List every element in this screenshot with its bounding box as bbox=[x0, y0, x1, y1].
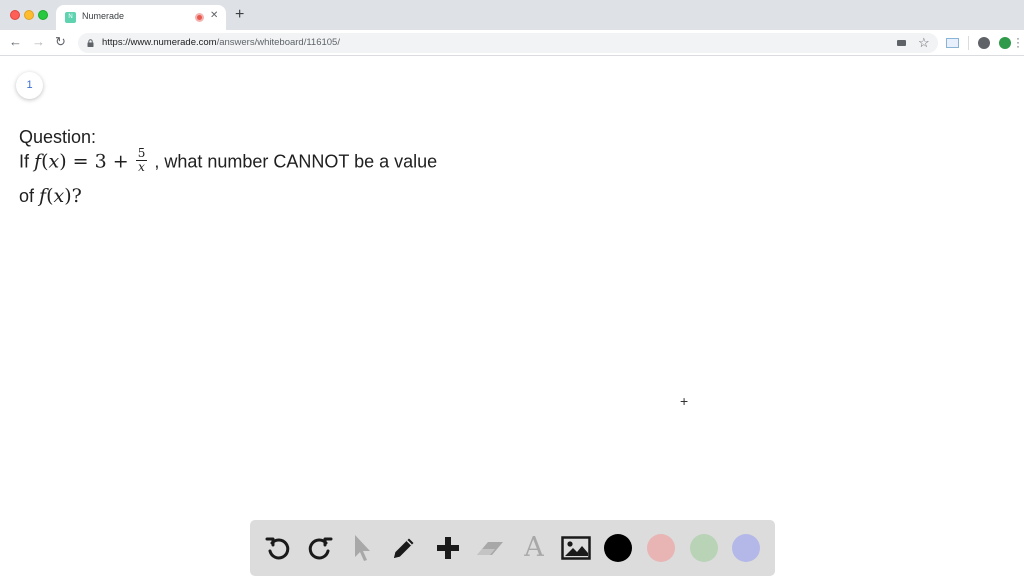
back-arrow-icon[interactable]: ← bbox=[9, 35, 22, 49]
image-icon bbox=[561, 536, 591, 560]
whiteboard-canvas[interactable]: 1 Question: If f(x) = 3 + 5 x , what num… bbox=[0, 57, 1024, 584]
pencil-tool-button[interactable] bbox=[388, 532, 420, 564]
redo-button[interactable] bbox=[304, 532, 336, 564]
window-minimize-button[interactable] bbox=[24, 10, 34, 20]
whiteboard-toolbar: A bbox=[250, 520, 775, 576]
fraction-denominator: x bbox=[138, 160, 145, 174]
browser-tab-strip: N Numerade ✕ + bbox=[0, 0, 1024, 30]
window-maximize-button[interactable] bbox=[38, 10, 48, 20]
equals-constant: = 3 + bbox=[72, 150, 129, 173]
page-number-badge[interactable]: 1 bbox=[16, 72, 43, 99]
function-name-2: f bbox=[39, 185, 47, 207]
window-close-button[interactable] bbox=[10, 10, 20, 20]
color-swatch-blue[interactable] bbox=[732, 534, 760, 562]
question-line-1: If f(x) = 3 + 5 x , what number CANNOT b… bbox=[19, 146, 438, 183]
tab-title: Numerade bbox=[82, 11, 125, 21]
pencil-icon bbox=[394, 538, 414, 558]
text-tool-button[interactable]: A bbox=[518, 532, 550, 564]
color-swatch-green[interactable] bbox=[690, 534, 718, 562]
question-suffix: , what number CANNOT be a value bbox=[154, 151, 438, 172]
select-tool-button[interactable] bbox=[346, 532, 378, 564]
image-tool-button[interactable] bbox=[560, 532, 592, 564]
eraser-tool-button[interactable] bbox=[474, 532, 506, 564]
profile-avatar-icon[interactable] bbox=[978, 37, 990, 49]
color-swatch-red[interactable] bbox=[647, 534, 675, 562]
redo-icon bbox=[308, 537, 333, 560]
function-expression: f(x) = 3 + bbox=[34, 150, 129, 173]
forward-arrow-icon[interactable]: → bbox=[32, 35, 45, 49]
extension-icon[interactable] bbox=[999, 37, 1011, 49]
address-bar[interactable]: https://www.numerade.com/answers/whitebo… bbox=[78, 33, 938, 53]
question-prefix: If bbox=[19, 151, 30, 172]
browser-tab[interactable]: N Numerade ✕ bbox=[56, 5, 226, 30]
question-line2-prefix: of bbox=[19, 186, 35, 206]
function-expression-2: f(x)? bbox=[39, 185, 82, 207]
question-heading: Question: bbox=[19, 127, 97, 147]
reload-icon[interactable]: ↻ bbox=[55, 35, 66, 49]
numerade-favicon-icon: N bbox=[65, 12, 76, 23]
browser-toolbar: ← → ↻ https://www.numerade.com/answers/w… bbox=[0, 30, 1024, 56]
function-name: f bbox=[34, 150, 42, 173]
browser-menu-icon[interactable]: · · · bbox=[1016, 32, 1020, 52]
tab-close-icon[interactable]: ✕ bbox=[210, 10, 218, 21]
text-icon: A bbox=[524, 532, 544, 563]
new-tab-button[interactable]: + bbox=[235, 7, 244, 23]
function-variable: x bbox=[48, 150, 60, 173]
toolbar-divider bbox=[968, 36, 969, 50]
question-mark: ? bbox=[71, 185, 82, 207]
bookmark-star-icon[interactable]: ☆ bbox=[918, 35, 930, 51]
cast-screen-icon[interactable] bbox=[946, 38, 959, 48]
question-line-2: of f(x)? bbox=[19, 185, 82, 207]
pointer-icon bbox=[355, 535, 370, 561]
fraction: 5 x bbox=[135, 146, 148, 174]
url-host: https://www.numerade.com bbox=[102, 37, 217, 48]
lock-icon bbox=[87, 39, 94, 47]
function-variable-2: x bbox=[53, 185, 65, 207]
undo-button[interactable] bbox=[262, 532, 294, 564]
crosshair-cursor-icon: + bbox=[680, 393, 689, 409]
plus-icon bbox=[437, 537, 459, 559]
fraction-numerator: 5 bbox=[135, 146, 148, 161]
undo-icon bbox=[265, 537, 290, 560]
url-path: /answers/whiteboard/116105/ bbox=[216, 37, 340, 48]
color-swatch-black[interactable] bbox=[604, 534, 632, 562]
recording-indicator-icon bbox=[195, 13, 204, 22]
camera-icon[interactable] bbox=[897, 40, 906, 46]
eraser-icon bbox=[477, 542, 503, 555]
url-text: https://www.numerade.com/answers/whitebo… bbox=[102, 37, 340, 48]
add-shape-button[interactable] bbox=[432, 532, 464, 564]
